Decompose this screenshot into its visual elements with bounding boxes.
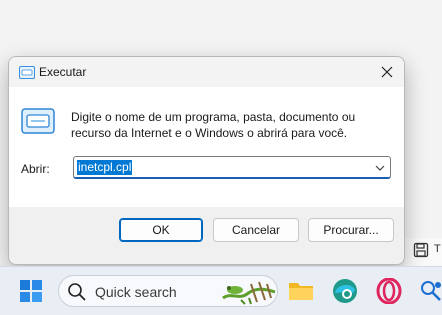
taskbar: Quick search xyxy=(0,266,442,315)
background-app-text: T xyxy=(434,243,441,255)
browse-button[interactable]: Procurar... xyxy=(308,218,394,242)
open-combobox[interactable]: inetcpl.cpl xyxy=(73,156,391,179)
run-program-icon xyxy=(21,108,55,134)
edge-icon[interactable] xyxy=(332,278,358,304)
dialog-titlebar[interactable]: Executar xyxy=(9,57,404,87)
windows-start-icon[interactable] xyxy=(20,280,42,302)
search-placeholder: Quick search xyxy=(95,284,177,300)
cancel-button[interactable]: Cancelar xyxy=(213,218,299,242)
ok-button[interactable]: OK xyxy=(119,218,203,242)
taskbar-search[interactable]: Quick search xyxy=(58,275,278,307)
open-input[interactable]: inetcpl.cpl xyxy=(77,160,133,175)
search-highlight-art-icon xyxy=(222,281,276,305)
opera-icon[interactable] xyxy=(376,278,402,304)
dialog-content: Digite o nome de um programa, pasta, doc… xyxy=(9,87,404,207)
chevron-down-icon[interactable] xyxy=(374,162,386,174)
close-button[interactable] xyxy=(370,57,404,87)
search-icon xyxy=(68,283,86,301)
background-app-strip: T xyxy=(404,238,442,266)
app-icon[interactable] xyxy=(420,279,442,301)
run-title-icon xyxy=(19,66,35,79)
dialog-description: Digite o nome de um programa, pasta, doc… xyxy=(71,110,356,140)
save-icon[interactable] xyxy=(413,242,429,258)
file-explorer-icon[interactable] xyxy=(288,279,314,301)
run-dialog: Executar Digite o nome de um programa, p… xyxy=(8,56,405,265)
close-icon xyxy=(381,66,393,78)
dialog-title: Executar xyxy=(39,65,87,79)
open-label: Abrir: xyxy=(21,162,50,176)
